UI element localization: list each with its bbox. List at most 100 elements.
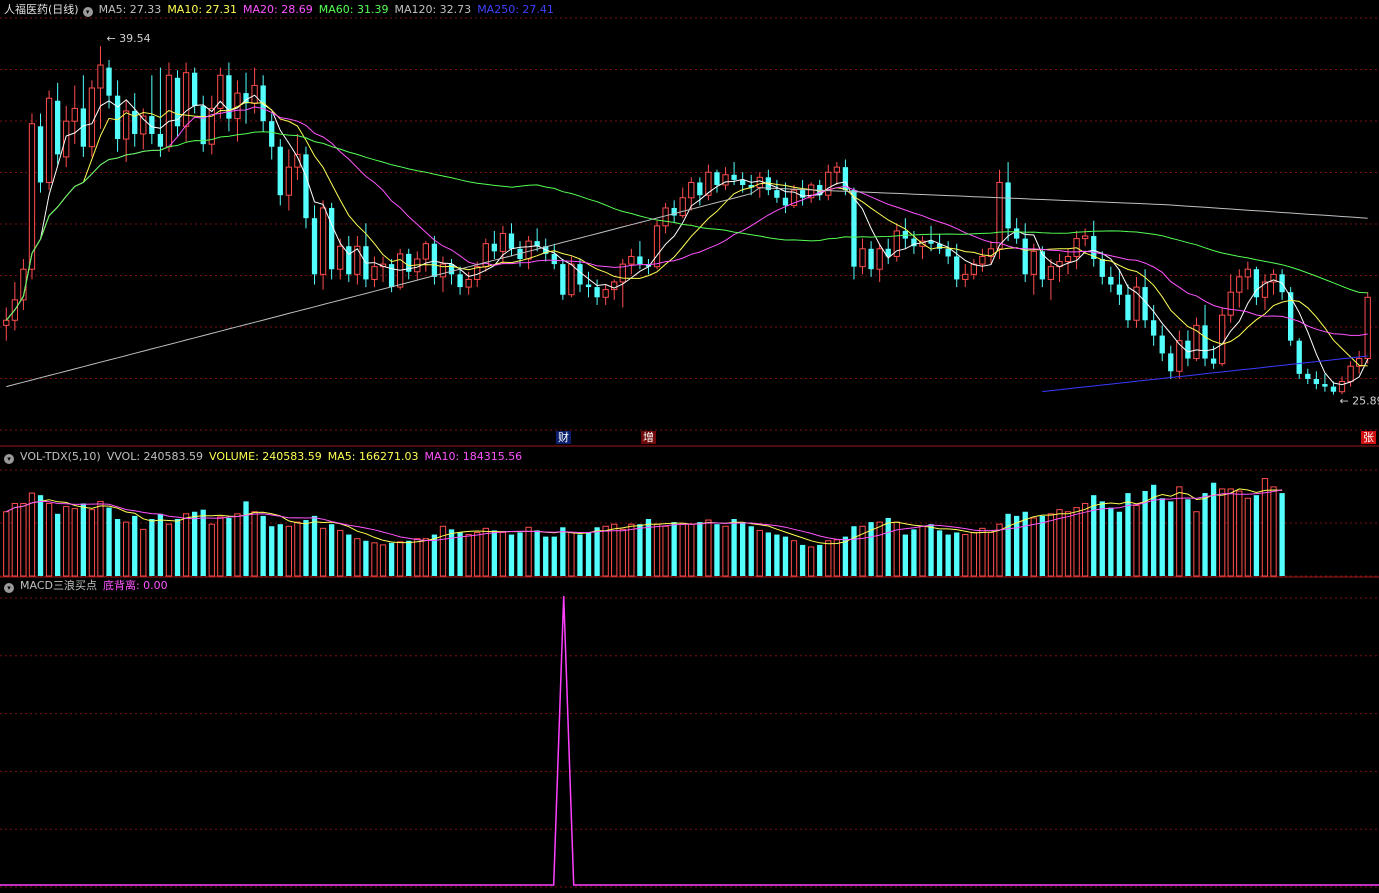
- volume-bar: [149, 519, 155, 576]
- volume-bar: [140, 528, 147, 577]
- legend-item: MA120: 32.73: [394, 3, 472, 16]
- volume-bar: [329, 524, 335, 576]
- candle-body: [560, 264, 566, 295]
- volume-bar: [1091, 495, 1097, 576]
- candle-body: [653, 225, 661, 268]
- candle-body: [277, 146, 283, 196]
- candle-body: [329, 207, 335, 270]
- volume-bar: [192, 511, 198, 576]
- volume-bar: [628, 523, 635, 577]
- volume-ma10-line: [6, 489, 1283, 541]
- candle-body: [996, 181, 1003, 250]
- candle-body: [1159, 335, 1165, 354]
- candle-body: [1210, 358, 1217, 364]
- candle-body: [123, 110, 130, 140]
- volume-bar: [1168, 501, 1174, 576]
- volume-bar: [165, 523, 173, 577]
- candle-body: [551, 253, 557, 265]
- candle-body: [1005, 182, 1011, 229]
- volume-bar: [560, 527, 566, 576]
- volume-bar: [354, 538, 361, 577]
- volume-bar: [397, 541, 404, 577]
- volume-bar: [602, 525, 609, 577]
- candle-body: [1151, 320, 1157, 336]
- volume-bar: [1082, 502, 1089, 577]
- volume-bar: [885, 517, 891, 576]
- candle-body: [371, 266, 378, 280]
- candle-body: [465, 278, 472, 288]
- volume-bar: [260, 515, 266, 576]
- stock-title: 人福医药(日线): [4, 3, 79, 16]
- candle-body: [714, 172, 720, 185]
- candle-body: [71, 107, 78, 122]
- candle-body: [962, 273, 969, 280]
- volume-bar: [919, 525, 926, 577]
- volume-bar: [782, 536, 789, 576]
- volume-bar: [1022, 511, 1028, 576]
- volume-bar: [671, 522, 677, 576]
- candle-body: [868, 248, 874, 270]
- volume-bar: [679, 523, 686, 577]
- volume-bar: [457, 532, 463, 576]
- event-badge-increase[interactable]: 增: [641, 431, 656, 444]
- candle-body: [1125, 294, 1131, 321]
- event-badge-limit-up[interactable]: 张: [1361, 431, 1376, 444]
- volume-ma5-line: [6, 488, 1283, 545]
- volume-bar: [439, 525, 447, 577]
- volume-bar: [911, 529, 917, 576]
- ma120-line: [6, 187, 1368, 388]
- event-badge-finance[interactable]: 财: [556, 431, 571, 444]
- candle-body: [602, 289, 609, 298]
- volume-bar: [414, 538, 421, 577]
- volume-bar: [928, 524, 934, 576]
- panel-menu-icon[interactable]: ▾: [4, 454, 14, 464]
- candle-body: [945, 248, 951, 257]
- volume-bar: [337, 529, 344, 577]
- candle-body: [662, 207, 669, 227]
- legend-item: MA10: 27.31: [167, 3, 238, 16]
- volume-bar: [1039, 515, 1045, 576]
- volume-bar: [1133, 505, 1140, 577]
- candle-body: [1064, 255, 1072, 263]
- volume-bar: [251, 511, 258, 577]
- candle-body: [285, 166, 292, 196]
- candle-body: [499, 232, 507, 252]
- candle-body: [628, 255, 635, 265]
- volume-bar: [499, 531, 507, 577]
- volume-bar: [1056, 509, 1063, 577]
- candle-body: [1296, 340, 1302, 374]
- candle-body: [585, 284, 592, 288]
- candle-body: [679, 197, 686, 217]
- candle-body: [525, 240, 532, 260]
- volume-bar: [200, 509, 206, 576]
- panel-menu-icon[interactable]: ▾: [82, 7, 93, 17]
- volume-bar: [474, 531, 481, 577]
- volume-bar: [1030, 517, 1037, 577]
- volume-bar: [208, 523, 215, 577]
- volume-bar: [1193, 511, 1200, 577]
- stock-chart[interactable]: ← 39.54 ← 25.89: [0, 0, 1379, 893]
- volume-bar: [705, 519, 712, 577]
- volume-bar: [1005, 513, 1011, 576]
- volume-bar: [294, 521, 301, 577]
- candle-body: [448, 264, 455, 275]
- candle-body: [954, 256, 960, 280]
- candle-body: [55, 100, 61, 155]
- candle-body: [1116, 284, 1123, 295]
- volume-bar: [585, 532, 592, 576]
- volume-bar: [568, 531, 575, 577]
- volume-legend: ▾ VOL-TDX(5,10) VVOL: 240583.59 VOLUME: 240…: [4, 450, 534, 464]
- candle-body: [876, 248, 883, 270]
- volume-bar: [543, 536, 549, 576]
- volume-bar: [987, 531, 995, 577]
- candle-body: [3, 319, 10, 326]
- volume-bar: [799, 544, 806, 576]
- candle-body: [1338, 381, 1346, 393]
- volume-bar: [388, 542, 395, 576]
- candle-body: [1305, 373, 1311, 379]
- volume-bar: [731, 519, 737, 576]
- volume-bar: [876, 521, 883, 577]
- panel-menu-icon[interactable]: ▾: [4, 583, 14, 593]
- candle-body: [637, 256, 643, 265]
- candle-body: [1168, 353, 1174, 372]
